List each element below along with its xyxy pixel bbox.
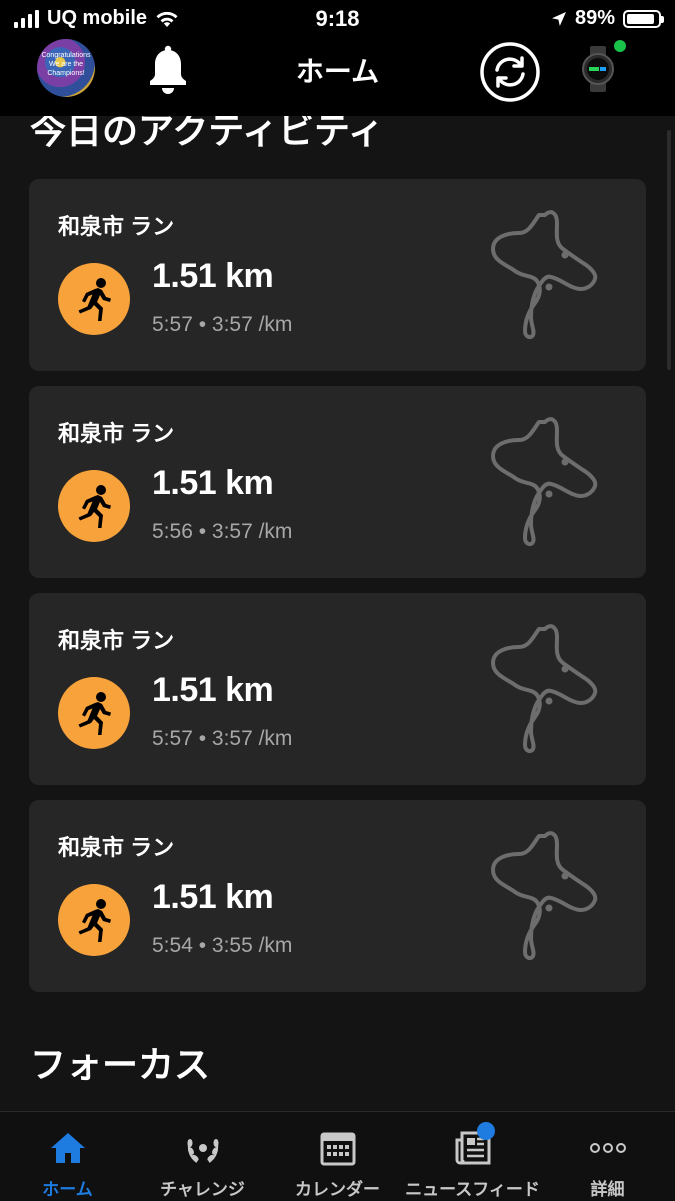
activity-name: 和泉市 ラン	[58, 421, 175, 446]
connection-status-dot	[614, 40, 626, 52]
running-icon	[58, 884, 130, 956]
activity-name: 和泉市 ラン	[58, 835, 175, 860]
activity-details: 5:57 • 3:57 /km	[152, 313, 293, 336]
page-title: ホーム	[295, 56, 380, 87]
status-right: 89%	[551, 7, 664, 30]
app-header: Congratulations We are the Champions! ホー…	[0, 38, 675, 116]
activity-distance: 1.51 km	[152, 464, 274, 502]
scrollbar[interactable]	[667, 130, 671, 370]
running-icon	[58, 263, 130, 335]
route-map-icon	[491, 210, 598, 340]
running-icon	[58, 470, 130, 542]
home-icon	[50, 1133, 85, 1163]
activity-distance: 1.51 km	[152, 878, 274, 916]
tab-challenge[interactable]: チャレンジ	[135, 1112, 270, 1201]
sync-icon[interactable]	[479, 41, 541, 103]
activity-details: 5:54 • 3:55 /km	[152, 934, 293, 957]
activity-details: 5:56 • 3:57 /km	[152, 520, 293, 543]
running-icon	[58, 677, 130, 749]
tab-label: ホーム	[42, 1180, 93, 1199]
location-arrow-icon	[551, 11, 566, 26]
route-map-icon	[491, 831, 598, 961]
tab-newsfeed[interactable]: ニュースフィード	[405, 1112, 540, 1201]
tab-home[interactable]: ホーム	[0, 1112, 135, 1201]
battery-percent: 89%	[574, 7, 615, 29]
tab-label: 詳細	[590, 1180, 625, 1199]
tab-label: カレンダー	[295, 1180, 380, 1199]
tab-calendar[interactable]: カレンダー	[270, 1112, 405, 1201]
laurel-icon	[187, 1139, 218, 1163]
activity-details: 5:57 • 3:57 /km	[152, 727, 293, 750]
focus-section-title: フォーカス	[30, 1044, 211, 1085]
activity-name: 和泉市 ラン	[58, 214, 175, 239]
activity-card[interactable]: 和泉市 ラン 1.51 km 5:56 • 3:57 /km	[29, 386, 646, 578]
status-bar: UQ mobile 9:18 89%	[0, 0, 675, 38]
watch-icon[interactable]	[578, 46, 618, 92]
activity-card[interactable]: 和泉市 ラン 1.51 km 5:57 • 3:57 /km	[29, 593, 646, 785]
tab-label: チャレンジ	[160, 1180, 245, 1199]
notification-badge	[477, 1122, 495, 1140]
calendar-icon	[320, 1132, 355, 1166]
tab-label: ニュースフィード	[405, 1180, 540, 1199]
activity-name: 和泉市 ラン	[58, 628, 175, 653]
activity-distance: 1.51 km	[152, 257, 274, 295]
tab-bar: ホーム チャレンジ カレンダー ニュースフィード 詳細	[0, 1111, 675, 1201]
activity-card[interactable]: 和泉市 ラン 1.51 km 5:57 • 3:57 /km	[29, 179, 646, 371]
route-map-icon	[491, 417, 598, 547]
tab-more[interactable]: 詳細	[540, 1112, 675, 1201]
battery-icon	[623, 9, 664, 28]
activity-card[interactable]: 和泉市 ラン 1.51 km 5:54 • 3:55 /km	[29, 800, 646, 992]
activity-distance: 1.51 km	[152, 671, 274, 709]
route-map-icon	[491, 624, 598, 754]
more-icon	[589, 1143, 626, 1153]
